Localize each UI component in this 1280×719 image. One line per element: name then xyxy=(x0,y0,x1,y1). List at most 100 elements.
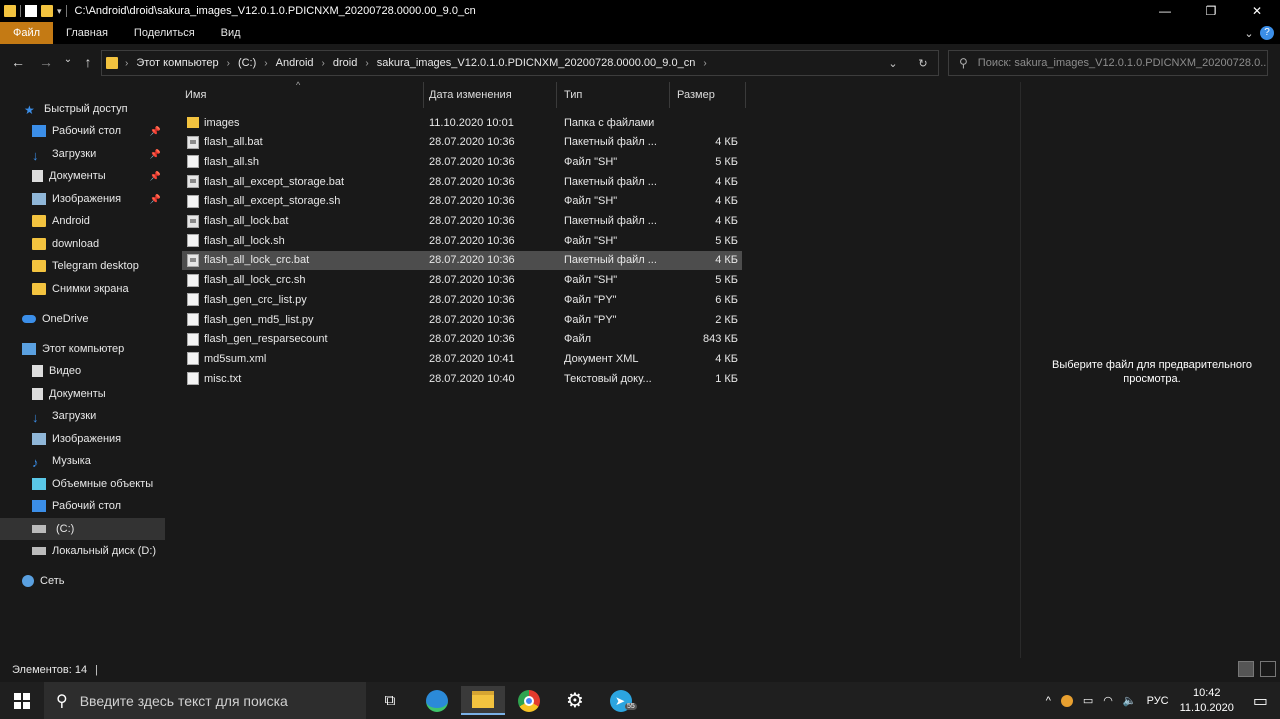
sidebar-item-pc-pictures[interactable]: Изображения xyxy=(0,428,165,450)
sidebar-item-download[interactable]: download xyxy=(0,233,165,255)
maximize-button[interactable]: ❐ xyxy=(1188,0,1234,22)
edge-icon[interactable] xyxy=(415,686,459,715)
tab-home[interactable]: Главная xyxy=(53,22,121,44)
details-view-button[interactable] xyxy=(1238,661,1254,677)
breadcrumb-chevron[interactable]: › xyxy=(700,58,709,69)
file-row[interactable]: flash_all_lock_crc.bat 28.07.2020 10:36 Па… xyxy=(182,250,742,270)
breadcrumb-chevron[interactable]: › xyxy=(319,58,328,69)
help-icon[interactable]: ? xyxy=(1260,26,1274,40)
file-name: flash_gen_md5_list.py xyxy=(204,313,314,326)
file-row[interactable]: flash_gen_md5_list.py 28.07.2020 10:36 Фай… xyxy=(182,310,742,329)
search-input[interactable]: ⚲ Поиск: sakura_images_V12.0.1.0.PDICNXM… xyxy=(948,50,1268,76)
sidebar-item-screenshots[interactable]: Снимки экрана xyxy=(0,278,165,300)
tab-file[interactable]: Файл xyxy=(0,22,54,44)
pin-icon[interactable]: 📌 xyxy=(150,194,161,205)
cloud-icon xyxy=(22,315,36,323)
telegram-icon[interactable]: ➤ 55 xyxy=(599,686,643,715)
up-button[interactable]: ↑ xyxy=(78,54,98,72)
sidebar-item-pictures[interactable]: Изображения 📌 xyxy=(0,188,165,210)
navigation-pane: ★ Быстрый доступ Рабочий стол 📌 ↓ Загруз… xyxy=(0,92,170,658)
show-hidden-icons[interactable]: ^ xyxy=(1046,695,1051,707)
sidebar-this-pc[interactable]: Этот компьютер xyxy=(0,338,165,360)
pin-icon[interactable]: 📌 xyxy=(150,126,161,137)
sidebar-item-3d-objects[interactable]: Объемные объекты xyxy=(0,473,165,495)
breadcrumb-chevron[interactable]: › xyxy=(261,58,270,69)
customize-toolbar-icon[interactable]: ▾ xyxy=(57,6,62,17)
column-header-type[interactable]: Тип xyxy=(557,82,670,108)
sidebar-item-pc-desktop[interactable]: Рабочий стол xyxy=(0,495,165,517)
breadcrumb-chevron[interactable]: › xyxy=(224,58,233,69)
file-row[interactable]: flash_all_except_storage.sh 28.07.2020 10… xyxy=(182,192,742,211)
file-row[interactable]: flash_all.bat 28.07.2020 10:36 Пакетный фа… xyxy=(182,133,742,152)
file-explorer-icon[interactable] xyxy=(461,686,505,715)
file-row[interactable]: flash_gen_crc_list.py 28.07.2020 10:36 Фай… xyxy=(182,290,742,309)
cube-icon xyxy=(32,478,46,490)
sidebar-item-downloads[interactable]: ↓ Загрузки 📌 xyxy=(0,143,165,165)
sidebar-item-android[interactable]: Android xyxy=(0,210,165,232)
large-icons-view-button[interactable] xyxy=(1260,661,1276,677)
sidebar-item-telegram-desktop[interactable]: Telegram desktop xyxy=(0,255,165,277)
breadcrumb-sakura-images[interactable]: sakura_images_V12.0.1.0.PDICNXM_20200728… xyxy=(372,57,701,69)
breadcrumb-chevron[interactable]: › xyxy=(362,58,371,69)
breadcrumb-chevron[interactable]: › xyxy=(122,58,131,69)
refresh-icon[interactable]: ↻ xyxy=(908,57,938,70)
column-header-size[interactable]: Размер xyxy=(670,82,746,108)
file-row[interactable]: images 11.10.2020 10:01 Папка с файлами xyxy=(182,113,742,132)
back-button[interactable]: ← xyxy=(8,54,28,72)
pin-icon[interactable]: 📌 xyxy=(150,149,161,160)
battery-icon[interactable]: ▭ xyxy=(1083,694,1093,707)
tab-view[interactable]: Вид xyxy=(208,22,254,44)
file-size: 4 КБ xyxy=(715,195,738,208)
file-row[interactable]: md5sum.xml 28.07.2020 10:41 Документ XML 4 … xyxy=(182,349,742,368)
minimize-button[interactable]: — xyxy=(1142,0,1188,22)
file-row[interactable]: flash_all.sh 28.07.2020 10:36 Файл "SH" 5 К… xyxy=(182,152,742,171)
file-row[interactable]: flash_all_lock_crc.sh 28.07.2020 10:36 Фай… xyxy=(182,271,742,290)
pin-icon[interactable]: 📌 xyxy=(150,171,161,182)
volume-icon[interactable]: 🔈 xyxy=(1123,694,1137,707)
column-header-name[interactable]: Имя xyxy=(178,82,424,108)
drive-icon xyxy=(32,525,46,533)
close-button[interactable]: ✕ xyxy=(1234,0,1280,22)
properties-icon[interactable] xyxy=(25,5,37,17)
sidebar-network[interactable]: Сеть xyxy=(0,570,165,592)
recent-locations-button[interactable]: ⌄ xyxy=(58,54,78,72)
new-folder-icon[interactable] xyxy=(41,5,53,17)
weather-icon[interactable] xyxy=(1060,694,1073,707)
sidebar-item-desktop[interactable]: Рабочий стол 📌 xyxy=(0,120,165,142)
sidebar-onedrive[interactable]: OneDrive xyxy=(0,308,165,330)
task-view-icon[interactable]: ⧉ xyxy=(368,686,412,715)
sidebar-item-video[interactable]: Видео xyxy=(0,360,165,382)
sidebar-item-d-drive[interactable]: Локальный диск (D:) xyxy=(0,540,165,562)
file-row[interactable]: flash_all_lock.bat 28.07.2020 10:36 Пакетн… xyxy=(182,212,742,231)
sidebar-quick-access[interactable]: ★ Быстрый доступ xyxy=(0,98,165,120)
file-row[interactable]: misc.txt 28.07.2020 10:40 Текстовый доку..… xyxy=(182,369,742,388)
file-row[interactable]: flash_all_except_storage.bat 28.07.2020 1… xyxy=(182,172,742,191)
file-type: Файл "SH" xyxy=(564,234,618,247)
file-row[interactable]: flash_gen_resparsecount 28.07.2020 10:36 Ф… xyxy=(182,330,742,349)
address-dropdown-icon[interactable]: ⌄ xyxy=(878,57,908,70)
breadcrumb-this-pc[interactable]: Этот компьютер xyxy=(131,57,223,69)
folder-icon xyxy=(32,283,46,295)
chrome-icon[interactable] xyxy=(507,686,551,715)
column-header-date[interactable]: Дата изменения xyxy=(422,82,557,108)
wifi-icon[interactable]: ◠ xyxy=(1103,694,1113,707)
settings-gear-icon[interactable]: ⚙ xyxy=(553,686,597,715)
expand-ribbon-icon[interactable]: ⌄ xyxy=(1238,27,1260,40)
address-bar[interactable]: › Этот компьютер › (C:) › Android › droi… xyxy=(101,50,939,76)
sidebar-item-music[interactable]: ♪ Музыка xyxy=(0,450,165,472)
sidebar-item-documents[interactable]: Документы 📌 xyxy=(0,165,165,187)
tab-share[interactable]: Поделиться xyxy=(121,22,208,44)
breadcrumb-c-drive[interactable]: (C:) xyxy=(233,57,261,69)
breadcrumb-droid[interactable]: droid xyxy=(328,57,362,69)
forward-button[interactable]: → xyxy=(36,54,56,72)
clock[interactable]: 10:42 11.10.2020 xyxy=(1180,686,1234,716)
language-indicator[interactable]: РУС xyxy=(1147,695,1169,707)
file-row[interactable]: flash_all_lock.sh 28.07.2020 10:36 Файл "S… xyxy=(182,231,742,250)
sidebar-item-pc-documents[interactable]: Документы xyxy=(0,383,165,405)
start-button[interactable] xyxy=(0,682,44,719)
taskbar-search-box[interactable]: ⚲ Введите здесь текст для поиска xyxy=(44,682,366,719)
sidebar-item-pc-downloads[interactable]: ↓ Загрузки xyxy=(0,405,165,427)
notifications-icon[interactable]: ▭ xyxy=(1253,691,1268,711)
sidebar-item-c-drive[interactable]: (C:) xyxy=(0,518,165,540)
breadcrumb-android[interactable]: Android xyxy=(271,57,319,69)
